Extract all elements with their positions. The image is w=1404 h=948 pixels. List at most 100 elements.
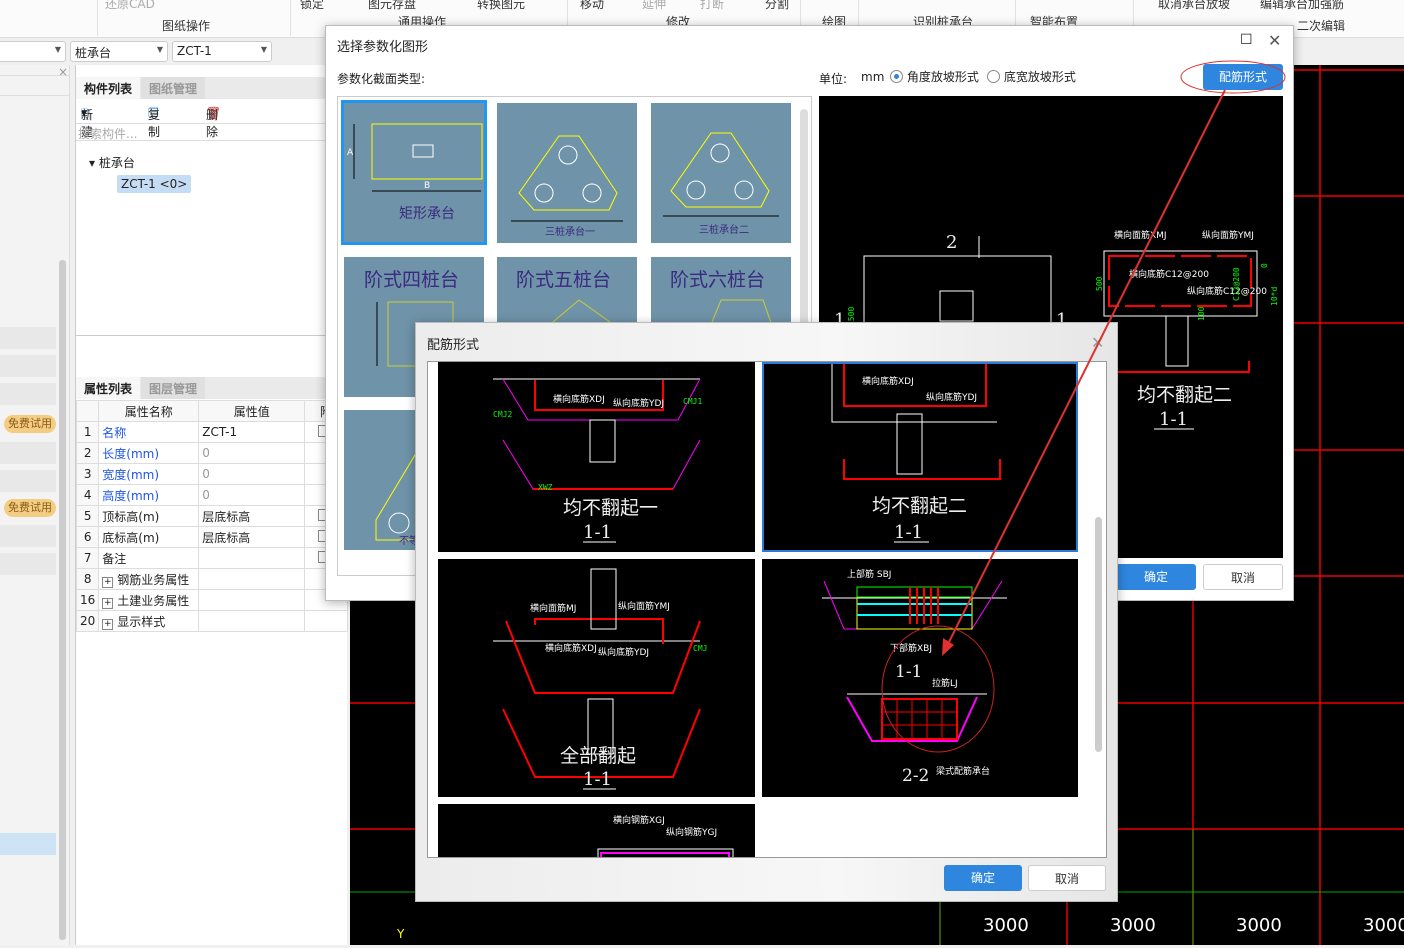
svg-text:100: 100 (1197, 306, 1206, 321)
property-value[interactable] (198, 610, 306, 632)
nav-row[interactable] (0, 442, 56, 464)
attach-checkbox[interactable] (304, 610, 348, 632)
tab-property-list[interactable]: 属性列表 (76, 377, 141, 399)
option-steel-bar[interactable]: 横向钢筋XGJ 纵向钢筋YGJ (438, 804, 755, 857)
extend-button[interactable]: 延伸 (642, 0, 666, 12)
svg-text:横向底筋XDJ: 横向底筋XDJ (862, 375, 914, 387)
property-value[interactable]: 层底标高 (198, 526, 306, 548)
svg-text:纵向底筋YDJ: 纵向底筋YDJ (926, 391, 977, 403)
ok-button[interactable]: 确定 (944, 865, 1022, 891)
property-row[interactable]: 8 + 钢筋业务属性 (75, 568, 348, 590)
cancel-button[interactable]: 取消 (1028, 865, 1106, 891)
nav-row[interactable] (0, 383, 56, 405)
convert-element-button[interactable]: 转换图元 (477, 0, 525, 12)
option-beam-style[interactable]: 上部筋 SBJ 下部筋XBJ 拉筋LJ 1-1 2-2 梁式配筋承台 (762, 559, 1078, 797)
radio-width-slope[interactable]: 底宽放坡形式 (987, 68, 1076, 85)
svg-text:全部翻起: 全部翻起 (560, 745, 636, 767)
expand-icon[interactable]: + (102, 618, 114, 630)
close-icon[interactable]: ✕ (1091, 333, 1104, 352)
property-row[interactable]: 20 + 显示样式 (75, 610, 348, 632)
new-button[interactable]: 🗋 新建 ▾ (81, 106, 93, 139)
ok-button[interactable]: 确定 (1116, 564, 1196, 590)
property-value[interactable]: 0 (198, 463, 306, 485)
svg-text:均不翻起二: 均不翻起二 (872, 495, 967, 517)
restore-cad-button[interactable]: 还原CAD (105, 0, 155, 12)
property-value[interactable]: 0 (198, 484, 306, 506)
property-row[interactable]: 1 名称 ZCT-1 (75, 421, 348, 443)
tab-component-list[interactable]: 构件列表 (76, 77, 141, 99)
svg-text:纵向面筋YMJ: 纵向面筋YMJ (1202, 229, 1254, 241)
property-value[interactable] (198, 547, 306, 569)
search-input[interactable]: 搜索构件... (76, 123, 348, 141)
svg-text:纵向面筋YMJ: 纵向面筋YMJ (618, 600, 670, 612)
category-combo[interactable]: ▼ (0, 41, 66, 62)
property-row[interactable]: 2 长度(mm) 0 (75, 442, 348, 464)
expand-icon[interactable]: + (102, 576, 114, 588)
nav-row[interactable] (0, 355, 56, 377)
nav-row[interactable] (0, 470, 56, 492)
split-button[interactable]: 分割 (765, 0, 789, 12)
property-row[interactable]: 3 宽度(mm) 0 (75, 463, 348, 485)
svg-text:1-1: 1-1 (894, 522, 923, 543)
component-combo[interactable]: ZCT-1 ▼ (172, 41, 272, 62)
svg-text:B: B (424, 181, 430, 191)
close-icon[interactable]: × (58, 65, 68, 79)
nav-row-selected[interactable] (0, 833, 56, 855)
free-trial-badge[interactable]: 免费试用 (4, 415, 56, 433)
dialog-title: 选择参数化图形 (337, 40, 429, 55)
unit-value: mm (861, 70, 885, 84)
svg-text:CMJ2: CMJ2 (493, 410, 512, 419)
close-icon[interactable]: ✕ (1268, 31, 1281, 50)
svg-text:1-1: 1-1 (583, 769, 612, 790)
option-all-bend[interactable]: 横向面筋MJ 纵向面筋YMJ 横向底筋XDJ 纵向底筋YDJ CMJ 全部翻起 … (438, 559, 755, 797)
radio-angle-slope[interactable]: 角度放坡形式 (890, 68, 979, 85)
scrollbar[interactable] (1095, 517, 1102, 752)
tab-drawing-management[interactable]: 图纸管理 (141, 77, 206, 99)
navigation-strip: × 免费试用 免费试用 (0, 65, 70, 945)
shape-three-pile-1[interactable]: 三桩承台一 (497, 103, 637, 243)
svg-text:横向面筋MJ: 横向面筋MJ (530, 602, 576, 614)
property-name: 长度(mm) (98, 442, 200, 464)
property-row[interactable]: 7 备注 (75, 547, 348, 569)
row-number: 2 (75, 442, 100, 464)
property-value[interactable]: ZCT-1 (198, 421, 306, 443)
expand-icon[interactable]: + (102, 597, 114, 609)
property-row[interactable]: 6 底标高(m) 层底标高 (75, 526, 348, 548)
nav-row[interactable] (0, 327, 56, 349)
tree-item-zct1[interactable]: ZCT-1 <0> (117, 175, 192, 193)
move-button[interactable]: 移动 (580, 0, 604, 12)
property-name: 备注 (98, 547, 200, 569)
type-combo[interactable]: 桩承台 ▼ (70, 41, 168, 62)
option-no-bend-2[interactable]: 横向底筋XDJ 纵向底筋YDJ 均不翻起二 1-1 (762, 362, 1078, 552)
property-name: 高度(mm) (98, 484, 200, 506)
break-button[interactable]: 打断 (700, 0, 724, 12)
property-row[interactable]: 16 + 土建业务属性 (75, 589, 348, 611)
tab-layer-management[interactable]: 图层管理 (141, 377, 206, 399)
property-value[interactable] (198, 589, 306, 611)
nav-row[interactable] (0, 525, 56, 547)
lock-button[interactable]: 锁定 (300, 0, 324, 12)
free-trial-badge[interactable]: 免费试用 (4, 499, 56, 517)
svg-text:纵向底筋C12@200: 纵向底筋C12@200 (1187, 285, 1267, 297)
property-name: 底标高(m) (98, 526, 200, 548)
scrollbar[interactable] (59, 260, 66, 940)
nav-row[interactable] (0, 553, 56, 575)
property-row[interactable]: 4 高度(mm) 0 (75, 484, 348, 506)
property-value[interactable]: 层底标高 (198, 505, 306, 527)
property-value[interactable] (198, 568, 306, 590)
svg-text:纵向钢筋YGJ: 纵向钢筋YGJ (666, 826, 717, 838)
edit-strengthen-button[interactable]: 编辑承台加强筋 (1260, 0, 1344, 12)
cancel-slope-button[interactable]: 取消承台放坡 (1158, 0, 1230, 12)
save-element-button[interactable]: 图元存盘 (368, 0, 416, 12)
group-drawing-ops[interactable]: 图纸操作 (162, 17, 210, 34)
tree-group[interactable]: ▾ 桩承台 (89, 154, 135, 171)
shape-three-pile-2[interactable]: 三桩承台二 (651, 103, 791, 243)
property-value[interactable]: 0 (198, 442, 306, 464)
property-row[interactable]: 5 顶标高(m) 层底标高 (75, 505, 348, 527)
dim-label: 3000 (1363, 915, 1404, 936)
option-no-bend-1[interactable]: 横向底筋XDJ 纵向底筋YDJ CMJ1 CMJ2 XWZ 均不翻起一 1-1 (438, 362, 755, 552)
shape-rect-cap[interactable]: AB 矩形承台 (341, 100, 487, 245)
maximize-icon[interactable]: ☐ (1240, 32, 1253, 48)
cancel-button[interactable]: 取消 (1203, 564, 1283, 590)
dim-label: 3000 (983, 915, 1029, 936)
